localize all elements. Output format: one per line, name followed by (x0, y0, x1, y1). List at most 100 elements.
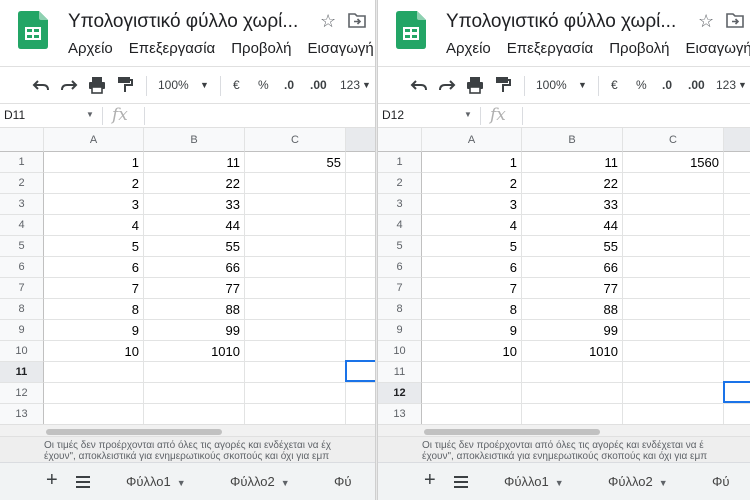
horizontal-scrollbar[interactable] (0, 424, 375, 436)
cell-d-row-6[interactable] (724, 257, 750, 278)
sheet-grid[interactable]: A B C 1 1 11 55 2 2 22 3 3 33 4 4 44 5 5 55 6 6 66 7 7 77 8 8 88… (0, 128, 375, 425)
row-header[interactable]: 3 (378, 194, 422, 215)
sheets-logo-icon[interactable] (18, 11, 48, 49)
column-header-c[interactable]: C (245, 128, 346, 152)
cell-a-row-7[interactable]: 7 (44, 278, 144, 299)
tab-sheet1-dropdown-icon[interactable]: ▼ (177, 478, 186, 488)
cell-b-row-2[interactable]: 22 (144, 173, 245, 194)
cell-d-row-13[interactable] (724, 404, 750, 425)
redo-icon[interactable] (60, 76, 78, 94)
cell-d-row-4[interactable] (724, 215, 750, 236)
cell-c-row-8[interactable] (245, 299, 346, 320)
row-header[interactable]: 1 (0, 152, 44, 173)
column-header-b[interactable]: B (522, 128, 623, 152)
row-header[interactable]: 13 (378, 404, 422, 425)
cell-d-row-3[interactable] (724, 194, 750, 215)
zoom-dropdown-icon[interactable]: ▼ (578, 75, 587, 95)
paint-format-icon[interactable] (494, 76, 512, 94)
cell-a-row-10[interactable]: 10 (422, 341, 522, 362)
cell-b-row-11[interactable] (522, 362, 623, 383)
print-icon[interactable] (466, 76, 484, 94)
cell-a-row-5[interactable]: 5 (44, 236, 144, 257)
select-all-corner[interactable] (378, 128, 422, 152)
cell-b-row-4[interactable]: 44 (144, 215, 245, 236)
cell-a-row-12[interactable] (44, 383, 144, 404)
cell-b-row-1[interactable]: 11 (144, 152, 245, 173)
paint-format-icon[interactable] (116, 76, 134, 94)
cell-c-row-4[interactable] (245, 215, 346, 236)
cell-b-row-7[interactable]: 77 (144, 278, 245, 299)
cell-a-row-13[interactable] (44, 404, 144, 425)
tab-sheet1-dropdown-icon[interactable]: ▼ (555, 478, 564, 488)
add-sheet-button[interactable]: + (46, 469, 58, 492)
row-header[interactable]: 6 (378, 257, 422, 278)
more-formats-button[interactable]: 123 (340, 75, 360, 95)
scrollbar-thumb[interactable] (46, 429, 222, 435)
cell-c-row-8[interactable] (623, 299, 724, 320)
row-header[interactable]: 8 (378, 299, 422, 320)
row-header[interactable]: 2 (378, 173, 422, 194)
name-box-dropdown-icon[interactable]: ▼ (86, 110, 94, 119)
more-formats-dropdown-icon[interactable]: ▼ (738, 75, 747, 95)
zoom-select[interactable]: 100% (158, 75, 189, 95)
row-header[interactable]: 8 (0, 299, 44, 320)
tab-sheet3[interactable]: Φύ (712, 474, 729, 489)
menu-edit[interactable]: Επεξεργασία (129, 40, 215, 57)
cell-c-row-11[interactable] (245, 362, 346, 383)
currency-format-button[interactable]: € (233, 75, 240, 95)
row-header[interactable]: 10 (378, 341, 422, 362)
cell-d-row-6[interactable] (346, 257, 375, 278)
cell-a-row-7[interactable]: 7 (422, 278, 522, 299)
cell-c-row-1[interactable]: 1560 (623, 152, 724, 173)
cell-d-row-13[interactable] (346, 404, 375, 425)
cell-b-row-13[interactable] (144, 404, 245, 425)
cell-b-row-4[interactable]: 44 (522, 215, 623, 236)
cell-c-row-9[interactable] (245, 320, 346, 341)
cell-b-row-9[interactable]: 99 (144, 320, 245, 341)
column-header-a[interactable]: A (44, 128, 144, 152)
cell-c-row-6[interactable] (245, 257, 346, 278)
cell-c-row-2[interactable] (245, 173, 346, 194)
cell-c-row-12[interactable] (623, 383, 724, 404)
cell-a-row-13[interactable] (422, 404, 522, 425)
name-box[interactable]: D11 (4, 108, 25, 122)
row-header[interactable]: 11 (0, 362, 44, 383)
redo-icon[interactable] (438, 76, 456, 94)
tab-sheet2[interactable]: Φύλλο2 ▼ (608, 474, 668, 489)
cell-d-row-8[interactable] (346, 299, 375, 320)
cell-c-row-7[interactable] (623, 278, 724, 299)
menu-file[interactable]: Αρχείο (446, 40, 491, 57)
cell-b-row-3[interactable]: 33 (522, 194, 623, 215)
cell-b-row-10[interactable]: 1010 (144, 341, 245, 362)
row-header[interactable]: 11 (378, 362, 422, 383)
cell-b-row-10[interactable]: 1010 (522, 341, 623, 362)
cell-d-row-1[interactable] (346, 152, 375, 173)
cell-d-row-10[interactable] (724, 341, 750, 362)
cell-c-row-10[interactable] (623, 341, 724, 362)
cell-b-row-8[interactable]: 88 (144, 299, 245, 320)
cell-c-row-1[interactable]: 55 (245, 152, 346, 173)
cell-d-row-5[interactable] (724, 236, 750, 257)
cell-c-row-10[interactable] (245, 341, 346, 362)
cell-a-row-1[interactable]: 1 (44, 152, 144, 173)
decrease-decimal-button[interactable]: .0 (284, 75, 294, 95)
cell-b-row-7[interactable]: 77 (522, 278, 623, 299)
cell-c-row-11[interactable] (623, 362, 724, 383)
column-header-d[interactable] (724, 128, 750, 152)
percent-format-button[interactable]: % (636, 75, 647, 95)
cell-b-row-1[interactable]: 11 (522, 152, 623, 173)
cell-a-row-4[interactable]: 4 (44, 215, 144, 236)
undo-icon[interactable] (410, 76, 428, 94)
cell-a-row-6[interactable]: 6 (44, 257, 144, 278)
row-header[interactable]: 13 (0, 404, 44, 425)
cell-b-row-13[interactable] (522, 404, 623, 425)
add-sheet-button[interactable]: + (424, 469, 436, 492)
cell-a-row-10[interactable]: 10 (44, 341, 144, 362)
cell-d-row-9[interactable] (724, 320, 750, 341)
cell-a-row-12[interactable] (422, 383, 522, 404)
select-all-corner[interactable] (0, 128, 44, 152)
cell-a-row-8[interactable]: 8 (44, 299, 144, 320)
cell-d-row-12[interactable] (346, 383, 375, 404)
active-cell-selection[interactable] (723, 381, 750, 403)
all-sheets-list-icon[interactable] (76, 476, 90, 488)
